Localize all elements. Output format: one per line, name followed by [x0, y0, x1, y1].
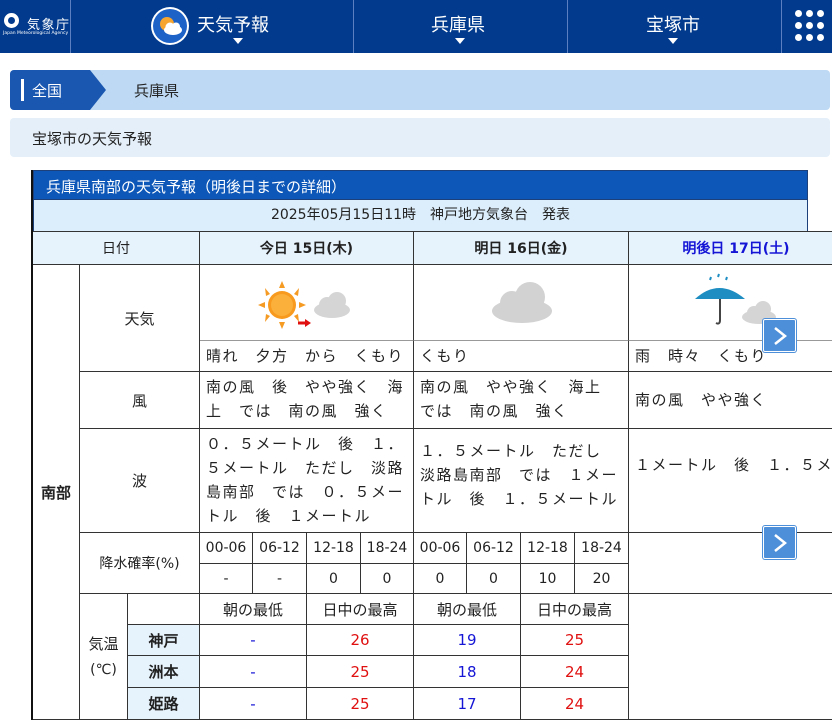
temp-corner: [128, 594, 200, 625]
logo-text: 気象庁: [27, 18, 71, 33]
page-title: 宝塚市の天気予報: [10, 118, 830, 157]
temp-max-value: 25: [521, 625, 629, 656]
nav-prefecture[interactable]: 兵庫県: [354, 0, 567, 53]
chevron-right-icon: [774, 534, 788, 552]
weather-text-today: 晴れ 夕方 から くもり: [200, 341, 414, 372]
temp-max-value: 25: [307, 688, 414, 720]
pop-value: -: [253, 564, 307, 594]
forecast-heading: 兵庫県南部の天気予報（明後日までの詳細）: [33, 170, 808, 200]
wind-day-after: 南の風 やや強く: [629, 372, 832, 429]
logo-subtext: Japan Meteorological Agency: [3, 31, 69, 36]
site-header: 気象庁 Japan Meteorological Agency 天気予報 兵庫県…: [0, 0, 832, 53]
issued-info: 2025年05月15日11時 神戸地方気象台 発表: [33, 200, 808, 231]
breadcrumb-current: 兵庫県: [134, 82, 180, 100]
wave-tomorrow: １．５メートル ただし 淡路島南部 では １メートル 後 １．５メートル: [414, 429, 629, 533]
chevron-right-icon: [774, 327, 788, 345]
temp-min-value: 17: [414, 688, 521, 720]
breadcrumb-marker: [21, 79, 24, 101]
rain-umbrella-icon: [695, 273, 776, 325]
pop-period-header: 18-24: [575, 533, 629, 564]
chevron-down-icon: [233, 38, 243, 44]
nav-forecast-label: 天気予報: [197, 15, 269, 36]
weather-icon-day-after: [629, 265, 832, 341]
pop-value: 0: [307, 564, 361, 594]
chevron-down-icon: [668, 38, 678, 44]
breadcrumb: 全国 兵庫県: [10, 70, 830, 110]
temp-city-label: 神戸: [128, 625, 200, 656]
temp-column-header: 日中の最高: [307, 594, 414, 625]
pop-period-header: 00-06: [414, 533, 467, 564]
weather-icon-today: [200, 265, 414, 341]
menu-grid-button[interactable]: [784, 0, 832, 53]
wave-today: ０．５メートル 後 １．５メートル ただし 淡路島南部 では ０．５メートル 後…: [200, 429, 414, 533]
pop-period-header: 12-18: [307, 533, 361, 564]
next-day-button[interactable]: [763, 526, 796, 559]
nav-city-label: 宝塚市: [646, 15, 700, 36]
weather-text-day-after: 雨 時々 くもり: [629, 341, 832, 372]
temp-column-header: 朝の最低: [414, 594, 521, 625]
temp-max-value: 24: [521, 656, 629, 688]
temp-max-value: 26: [307, 625, 414, 656]
pop-value: 10: [521, 564, 575, 594]
pop-value: 20: [575, 564, 629, 594]
pop-period-header: 12-18: [521, 533, 575, 564]
weather-text-tomorrow: くもり: [414, 341, 629, 372]
wave-day-after: １メートル 後 １．５メートル: [629, 429, 832, 533]
temp-city-label: 姫路: [128, 688, 200, 720]
pop-row-label: 降水確率(%): [80, 533, 200, 594]
temp-min-value: 18: [414, 656, 521, 688]
pop-value: 0: [361, 564, 414, 594]
breadcrumb-home[interactable]: 全国: [10, 70, 106, 110]
region-label: 南部: [33, 265, 80, 720]
temp-row-label: 気温 (℃): [80, 594, 128, 720]
pop-value: 0: [414, 564, 467, 594]
temp-city-label: 洲本: [128, 656, 200, 688]
temp-min-value: 19: [414, 625, 521, 656]
forecast-badge-icon: [151, 7, 189, 45]
header-divider: [781, 0, 782, 53]
temp-column-header: 朝の最低: [200, 594, 307, 625]
chevron-down-icon: [455, 38, 465, 44]
weather-row-label: 天気: [80, 265, 200, 372]
nav-forecast[interactable]: 天気予報: [71, 0, 353, 53]
jma-logo[interactable]: 気象庁 Japan Meteorological Agency: [0, 0, 70, 53]
pop-period-header: 18-24: [361, 533, 414, 564]
nav-prefecture-label: 兵庫県: [431, 15, 485, 36]
sunny-then-cloudy-icon: [258, 281, 350, 329]
wind-tomorrow: 南の風 やや強く 海上 では 南の風 強く: [414, 372, 629, 429]
temp-column-header: 日中の最高: [521, 594, 629, 625]
pop-day-after-empty: [629, 533, 832, 594]
nav-city[interactable]: 宝塚市: [568, 0, 781, 53]
day-header-day-after: 明後日 17日(土): [629, 231, 832, 265]
pop-period-header: 06-12: [467, 533, 521, 564]
cloudy-icon: [492, 282, 552, 323]
jma-emblem-icon: [4, 13, 19, 28]
date-header: 日付: [33, 231, 200, 265]
next-day-button[interactable]: [763, 319, 796, 352]
temp-min-value: -: [200, 656, 307, 688]
temp-max-value: 24: [521, 688, 629, 720]
pop-value: -: [200, 564, 253, 594]
temp-min-value: -: [200, 625, 307, 656]
wave-row-label: 波: [80, 429, 200, 533]
pop-period-header: 06-12: [253, 533, 307, 564]
wind-row-label: 風: [80, 372, 200, 429]
temp-day-after-empty: [629, 594, 832, 720]
temp-max-value: 25: [307, 656, 414, 688]
forecast-table: 兵庫県南部の天気予報（明後日までの詳細） 2025年05月15日11時 神戸地方…: [31, 170, 832, 720]
day-header-today: 今日 15日(木): [200, 231, 414, 265]
day-header-tomorrow: 明日 16日(金): [414, 231, 629, 265]
pop-value: 0: [467, 564, 521, 594]
wind-today: 南の風 後 やや強く 海上 では 南の風 強く: [200, 372, 414, 429]
pop-period-header: 00-06: [200, 533, 253, 564]
temp-min-value: -: [200, 688, 307, 720]
weather-icon-tomorrow: [414, 265, 629, 341]
